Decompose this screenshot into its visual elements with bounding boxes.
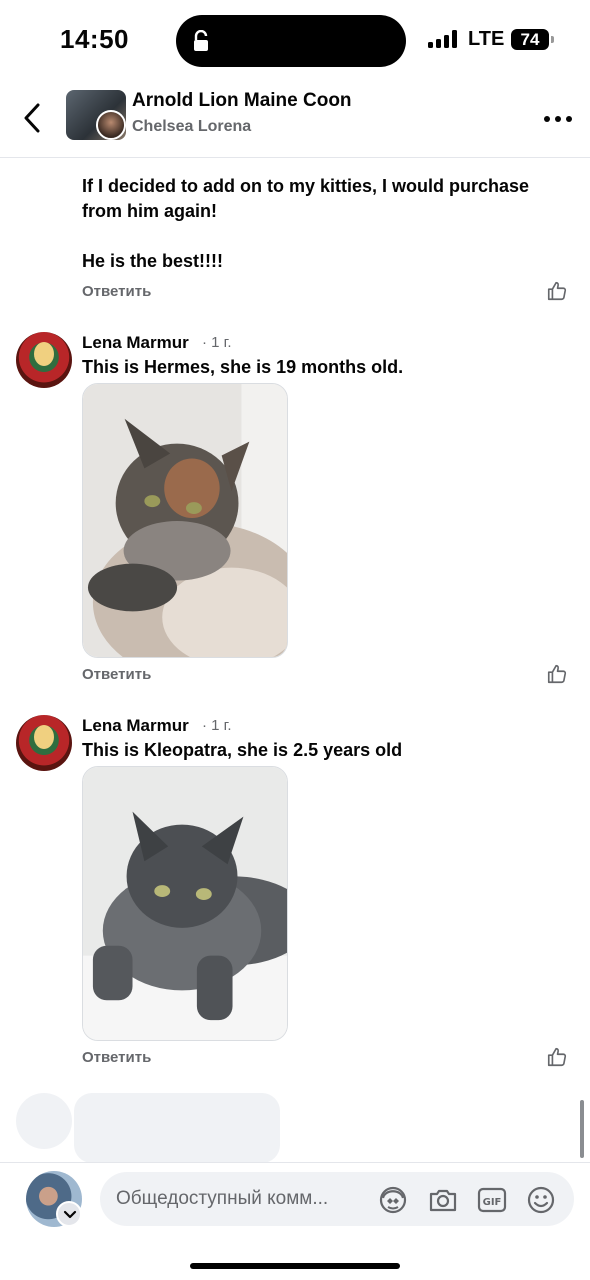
author-avatar — [96, 110, 126, 140]
post-thumbnail[interactable] — [66, 90, 126, 140]
network-type: LTE — [468, 28, 505, 50]
author-name[interactable]: Chelsea Lorena — [132, 118, 251, 136]
thumbs-up-icon[interactable] — [546, 1046, 568, 1068]
emoji-icon[interactable] — [525, 1184, 557, 1216]
gif-icon[interactable]: GIF — [476, 1184, 508, 1216]
chevron-left-icon[interactable] — [20, 102, 46, 134]
battery-icon: 74 — [511, 29, 554, 50]
status-bar: 14:50 LTE 74 — [0, 0, 590, 80]
comment-author[interactable]: Lena Marmur — [82, 333, 189, 353]
camera-icon[interactable] — [427, 1184, 459, 1216]
avatar-sticker-icon[interactable] — [377, 1184, 409, 1216]
comment-input-placeholder: Общедоступный комм... — [116, 1188, 329, 1209]
thumbs-up-icon[interactable] — [546, 663, 568, 685]
loading-avatar-placeholder — [16, 1093, 72, 1149]
post-header: Arnold Lion Maine Coon Chelsea Lorena — [0, 80, 590, 158]
comment-time[interactable]: · 1 г. — [202, 717, 231, 734]
avatar[interactable] — [16, 332, 72, 388]
battery-level: 74 — [520, 30, 540, 49]
cat-photo[interactable] — [82, 766, 288, 1041]
comment-time[interactable]: · 1 г. — [202, 334, 231, 351]
thumbs-up-icon[interactable] — [546, 280, 568, 302]
home-indicator[interactable] — [190, 1263, 400, 1269]
comment-text: This is Kleopatra, she is 2.5 years old — [82, 740, 403, 760]
more-horizontal-icon[interactable] — [544, 116, 572, 122]
reply-button[interactable]: Ответить — [82, 1049, 151, 1066]
reply-button[interactable]: Ответить — [82, 666, 151, 683]
comment-author[interactable]: Lena Marmur — [82, 716, 189, 736]
chevron-down-icon[interactable] — [56, 1201, 82, 1227]
scrollbar[interactable] — [580, 1100, 584, 1158]
lock-icon — [194, 30, 208, 51]
signal-icon — [428, 30, 460, 48]
cat-photo[interactable] — [82, 383, 288, 658]
comment-input[interactable]: Общедоступный комм... GIF — [100, 1172, 574, 1226]
reply-button[interactable]: Ответить — [82, 283, 151, 300]
dynamic-island — [176, 15, 406, 67]
status-time: 14:50 — [60, 24, 129, 54]
svg-text:GIF: GIF — [483, 1197, 502, 1208]
page-title[interactable]: Arnold Lion Maine Coon — [132, 90, 352, 112]
loading-comment-placeholder — [74, 1093, 280, 1163]
comment-text: This is Hermes, she is 19 months old. — [82, 357, 404, 377]
avatar[interactable] — [16, 715, 72, 771]
comment-text: If I decided to add on to my kitties, I … — [82, 176, 530, 271]
